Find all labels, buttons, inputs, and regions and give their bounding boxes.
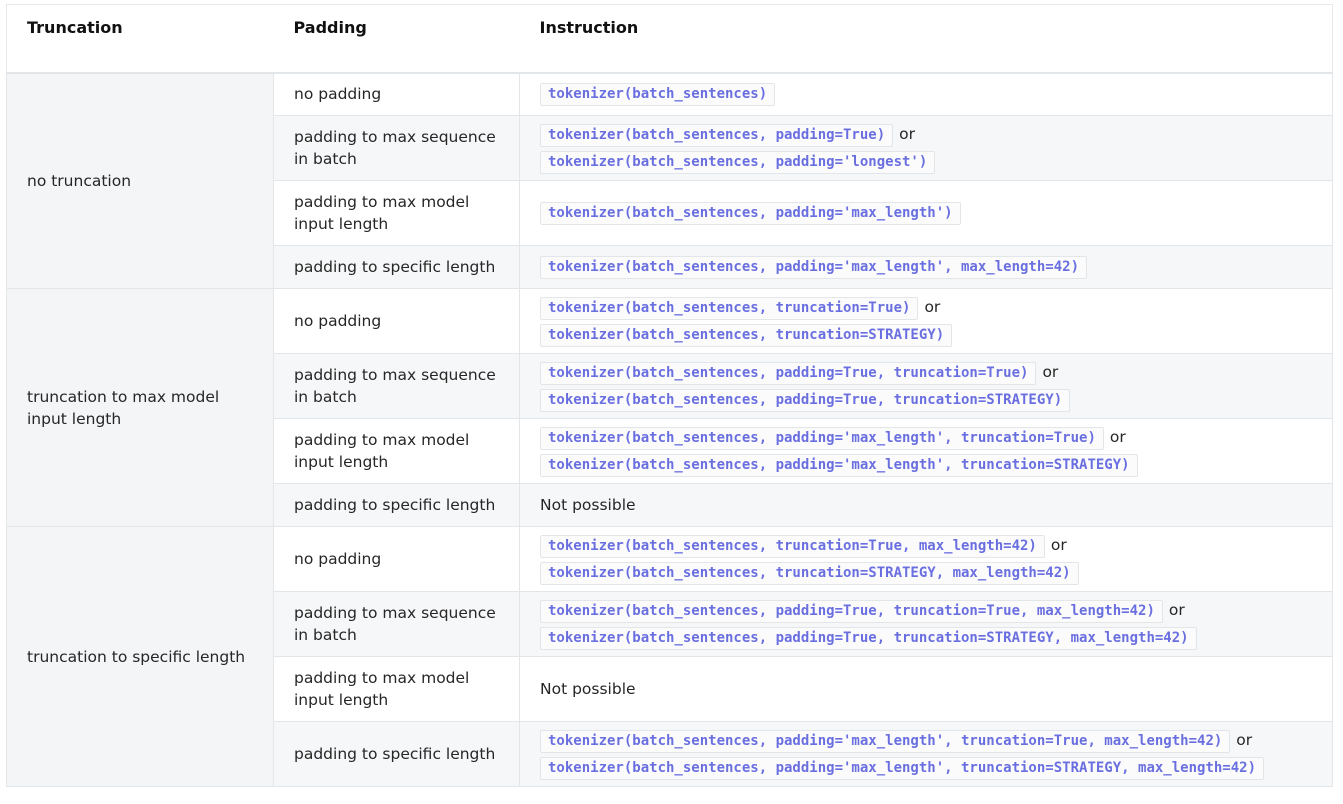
- instruction-line: tokenizer(batch_sentences): [540, 82, 1312, 107]
- padding-cell: padding to max sequence in batch: [273, 353, 520, 419]
- instruction-line: tokenizer(batch_sentences, truncation=Tr…: [540, 534, 1312, 558]
- or-text: or: [924, 297, 941, 316]
- not-possible-text: Not possible: [540, 680, 636, 698]
- table-row: truncation to specific length no padding t…: [6, 526, 1333, 787]
- padding-cell: padding to specific length: [273, 245, 520, 289]
- padding-cell: no padding: [273, 72, 520, 116]
- padding-cell: no padding: [273, 526, 520, 592]
- truncation-cell: no truncation: [6, 72, 274, 289]
- code-snippet: tokenizer(batch_sentences, padding=True,…: [540, 599, 1163, 623]
- code-snippet: tokenizer(batch_sentences, padding=True,…: [540, 626, 1197, 650]
- truncation-cell: truncation to specific length: [6, 526, 274, 787]
- instruction-line: tokenizer(batch_sentences, padding='max_…: [540, 426, 1312, 450]
- or-text: or: [1109, 427, 1126, 446]
- instruction-line: tokenizer(batch_sentences, padding='max_…: [540, 255, 1312, 279]
- tokenizer-options-table: Truncation Padding Instruction no trunca…: [6, 4, 1333, 787]
- header-truncation: Truncation: [6, 4, 274, 74]
- table-row: truncation to max model input length no p…: [6, 288, 1333, 527]
- instruction-cell: tokenizer(batch_sentences): [519, 72, 1333, 116]
- instruction-cell: Not possible: [519, 656, 1333, 722]
- padding-cell: padding to specific length: [273, 721, 520, 787]
- header-row: Truncation Padding Instruction: [6, 4, 1333, 74]
- code-snippet: tokenizer(batch_sentences, padding='long…: [540, 150, 936, 174]
- or-text: or: [1236, 730, 1253, 749]
- truncation-cell: truncation to max model input length: [6, 288, 274, 527]
- padding-cell: padding to max model input length: [273, 656, 520, 722]
- instruction-line: tokenizer(batch_sentences, padding='max_…: [540, 453, 1312, 477]
- instruction-cell: tokenizer(batch_sentences, padding='max_…: [519, 418, 1333, 484]
- table-row: no truncation no padding tokenizer(batch_s…: [6, 72, 1333, 289]
- instruction-cell: tokenizer(batch_sentences, padding=True,…: [519, 591, 1333, 657]
- code-snippet: tokenizer(batch_sentences, truncation=ST…: [540, 323, 953, 347]
- padding-cell: padding to max sequence in batch: [273, 115, 520, 181]
- instruction-line: tokenizer(batch_sentences, padding='max_…: [540, 729, 1312, 753]
- instruction-cell: tokenizer(batch_sentences, truncation=Tr…: [519, 288, 1333, 354]
- code-snippet: tokenizer(batch_sentences, padding='max_…: [540, 756, 1265, 780]
- instruction-cell: tokenizer(batch_sentences, padding='max_…: [519, 721, 1333, 787]
- code-snippet: tokenizer(batch_sentences): [540, 83, 776, 107]
- header-instruction: Instruction: [519, 4, 1333, 74]
- code-snippet: tokenizer(batch_sentences, padding='max_…: [540, 256, 1088, 279]
- instruction-line: tokenizer(batch_sentences, padding=True,…: [540, 388, 1312, 412]
- not-possible-text: Not possible: [540, 496, 636, 514]
- or-text: or: [1050, 535, 1067, 554]
- instruction-cell: tokenizer(batch_sentences, padding=True,…: [519, 353, 1333, 419]
- code-snippet: tokenizer(batch_sentences, padding='max_…: [540, 426, 1104, 450]
- padding-cell: padding to max model input length: [273, 180, 520, 246]
- instruction-cell: tokenizer(batch_sentences, truncation=Tr…: [519, 526, 1333, 592]
- header-padding: Padding: [273, 4, 520, 74]
- or-text: or: [1042, 362, 1059, 381]
- instruction-cell: Not possible: [519, 483, 1333, 527]
- or-text: or: [1168, 600, 1185, 619]
- code-snippet: tokenizer(batch_sentences, padding=True,…: [540, 361, 1037, 385]
- code-snippet: tokenizer(batch_sentences, truncation=Tr…: [540, 534, 1045, 558]
- instruction-line: tokenizer(batch_sentences, truncation=Tr…: [540, 296, 1312, 320]
- instruction-line: tokenizer(batch_sentences, padding='max_…: [540, 756, 1312, 780]
- instruction-line: tokenizer(batch_sentences, padding=True,…: [540, 626, 1312, 650]
- instruction-line: tokenizer(batch_sentences, truncation=ST…: [540, 323, 1312, 347]
- instruction-cell: tokenizer(batch_sentences, padding='max_…: [519, 245, 1333, 289]
- instruction-line: tokenizer(batch_sentences, padding='long…: [540, 150, 1312, 174]
- code-snippet: tokenizer(batch_sentences, padding=True): [540, 123, 894, 147]
- padding-cell: no padding: [273, 288, 520, 354]
- code-snippet: tokenizer(batch_sentences, padding='max_…: [540, 453, 1138, 477]
- padding-cell: padding to max model input length: [273, 418, 520, 484]
- padding-cell: padding to specific length: [273, 483, 520, 527]
- code-snippet: tokenizer(batch_sentences, padding='max_…: [540, 202, 961, 225]
- instruction-line: tokenizer(batch_sentences, padding=True)…: [540, 123, 1312, 147]
- instruction-line: tokenizer(batch_sentences, truncation=ST…: [540, 561, 1312, 585]
- instruction-line: tokenizer(batch_sentences, padding=True,…: [540, 599, 1312, 623]
- code-snippet: tokenizer(batch_sentences, truncation=Tr…: [540, 296, 919, 320]
- instruction-line: tokenizer(batch_sentences, padding=True,…: [540, 361, 1312, 385]
- or-text: or: [899, 124, 916, 143]
- code-snippet: tokenizer(batch_sentences, padding='max_…: [540, 729, 1231, 753]
- code-snippet: tokenizer(batch_sentences, truncation=ST…: [540, 561, 1079, 585]
- padding-cell: padding to max sequence in batch: [273, 591, 520, 657]
- instruction-line: tokenizer(batch_sentences, padding='max_…: [540, 201, 1312, 225]
- instruction-cell: tokenizer(batch_sentences, padding='max_…: [519, 180, 1333, 246]
- code-snippet: tokenizer(batch_sentences, padding=True,…: [540, 388, 1071, 412]
- instruction-cell: tokenizer(batch_sentences, padding=True)…: [519, 115, 1333, 181]
